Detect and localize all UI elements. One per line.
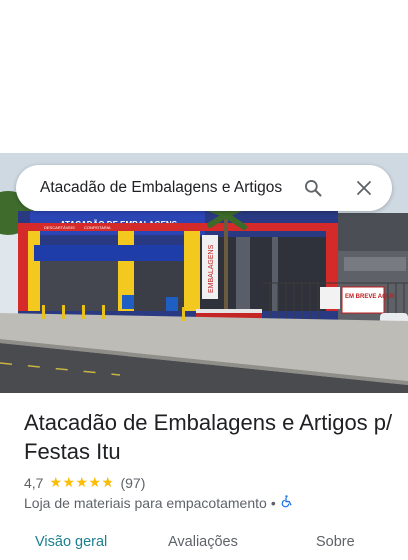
review-count[interactable]: (97) [120,475,145,491]
star-rating: ★ ★ ★ ★ ★ ★ [49,474,114,491]
tab-overview[interactable]: Visão geral [35,534,107,550]
star-icon: ★ [75,474,88,490]
rating-value: 4,7 [24,474,44,491]
wheelchair-icon[interactable] [280,494,293,511]
category-row: Loja de materiais para empacotamento • [24,494,293,511]
place-category: Loja de materiais para empacotamento [24,494,267,511]
store-sign-small-2: CONFEITARIA [84,225,111,230]
search-icon[interactable] [301,176,325,200]
star-half-icon: ★ ★ [101,474,114,490]
tab-about[interactable]: Sobre [316,534,355,550]
star-icon: ★ [62,474,75,490]
store-sign-small: DESCARTÁVEIS [44,225,75,230]
close-icon[interactable] [352,176,376,200]
banner-text: EM BREVE AQUI! [345,294,395,300]
rating-row[interactable]: 4,7 ★ ★ ★ ★ ★ ★ (97) [24,474,145,491]
star-icon: ★ [88,474,101,490]
tab-bar: Visão geral Avaliações Sobre [0,530,408,560]
separator: • [270,494,276,511]
place-title: Atacadão de Embalagens e Artigos p/ Fest… [24,410,393,464]
search-bar[interactable]: Atacadão de Embalagens e Artigos p [16,165,392,211]
tab-reviews[interactable]: Avaliações [168,534,238,550]
star-icon: ★ [49,474,62,490]
store-side-sign: EMBALAGENS [208,244,215,293]
search-input[interactable]: Atacadão de Embalagens e Artigos p [40,179,287,197]
